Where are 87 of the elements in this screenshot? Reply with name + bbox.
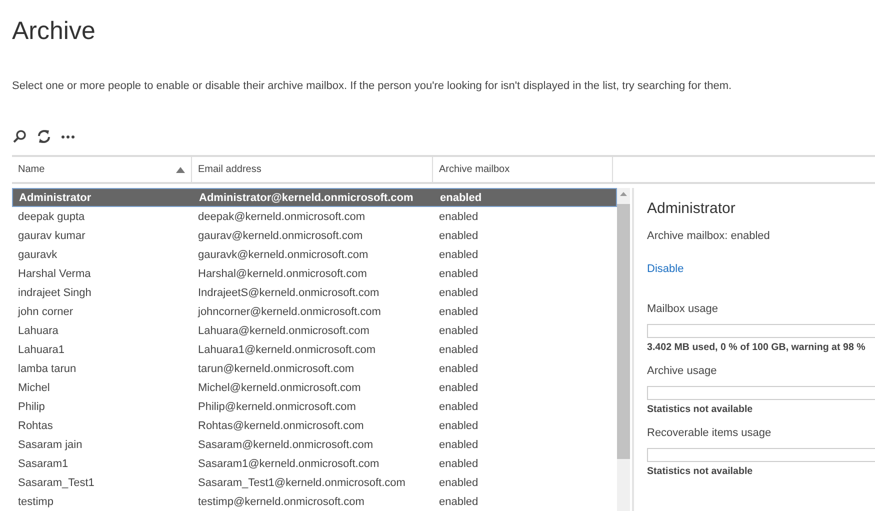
table-cell-text: enabled [438,230,480,242]
table-cell-text: enabled [438,458,480,470]
table-cell-text: enabled [438,476,480,488]
table-cell-text: Lahuara@kerneld.onmicrosoft.com [197,324,370,336]
disable-link[interactable]: Disable [647,263,684,275]
table-cell-text: Sasaram1@kerneld.onmicrosoft.com [197,458,380,470]
table-row[interactable]: Lahuara Lahuara@kerneld.onmicrosoft.com enabled [12,321,617,340]
table-row[interactable]: Administrator Administrator@kerneld.onmicrosoft.com enabled [12,188,617,207]
table-cell-text: Sasaram_Test1 [17,476,96,488]
table-cell-text: gaurav@kerneld.onmicrosoft.com [197,230,364,242]
sort-arrow-icon [176,166,185,172]
table-cell-text: enabled [438,344,480,356]
table-row[interactable]: gaurav kumar gaurav@kerneld.onmicrosoft.com enabled [12,226,617,245]
table-row[interactable]: john corner johncorner@kerneld.onmicrosoft.com enabled [12,302,617,321]
detail-title: Administrator [647,200,736,217]
table-cell-text: gauravk [17,248,58,260]
table-row[interactable]: lamba tarun tarun@kerneld.onmicrosoft.com enabled [12,359,617,378]
table-row[interactable]: Sasaram1 Sasaram1@kerneld.onmicrosoft.com enabled [12,454,617,473]
table-cell-text: testimp [17,496,54,508]
table-cell-text: enabled [439,192,483,204]
table-cell-text: gauravk@kerneld.onmicrosoft.com [197,248,370,260]
table-cell-text: deepak gupta [17,210,86,222]
table-cell-text: Rohtas@kerneld.onmicrosoft.com [197,420,365,432]
table-cell-text: Sasaram_Test1@kerneld.onmicrosoft.com [197,476,406,488]
status-text: Archive mailbox: enabled [647,230,771,242]
table-cell-text: enabled [438,286,480,298]
table-cell-text: enabled [438,438,480,450]
table-cell-text: Rohtas [17,420,54,432]
column-header[interactable]: Name [12,157,192,182]
table-cell-text: Sasaram jain [17,438,84,450]
refresh-icon[interactable] [36,128,52,144]
table-row[interactable]: deepak gupta deepak@kerneld.onmicrosoft.com enabled [12,207,617,226]
table-cell-text: Michel@kerneld.onmicrosoft.com [197,382,362,394]
usage-note: Statistics not available [647,404,754,415]
usage-note: Statistics not available [647,466,754,477]
table-row[interactable]: indrajeet Singh IndrajeetS@kerneld.onmicrosoft.com enabled [12,283,617,302]
table-cell-text: Philip [17,400,46,412]
usage-label: Recoverable items usage [647,427,772,439]
table-cell-text: Administrator@kerneld.onmicrosoft.com [198,192,414,204]
table-cell-text: enabled [438,210,480,222]
table-cell-text: enabled [438,400,480,412]
table-cell-text: enabled [438,268,480,280]
table-cell-text: enabled [438,382,480,394]
table-cell-text: john corner [16,306,74,318]
table-row[interactable]: Philip Philip@kerneld.onmicrosoft.com enabled [12,397,617,416]
table-row[interactable]: Sasaram jain Sasaram@kerneld.onmicrosoft.com enabled [12,435,617,454]
search-icon[interactable] [12,128,28,144]
usage-label: Mailbox usage [647,303,719,315]
table-row[interactable]: testimp testimp@kerneld.onmicrosoft.com enabled [12,492,617,511]
table-cell-text: enabled [438,248,480,260]
table-row[interactable]: Sasaram_Test1 Sasaram_Test1@kerneld.onmicrosoft.com enabled [12,473,617,492]
table-cell-text: testimp@kerneld.onmicrosoft.com [197,496,366,508]
table-cell-text: Sasaram@kerneld.onmicrosoft.com [197,438,374,450]
page-title: Archive [12,16,96,46]
table-row[interactable]: Michel Michel@kerneld.onmicrosoft.com enabled [12,378,617,397]
usage-note: 3.402 MB used, 0 % of 100 GB, warning at 98 % [647,342,866,353]
table-cell-text: Lahuara1@kerneld.onmicrosoft.com [197,344,376,356]
table-cell-text: enabled [438,324,480,336]
table-cell-text: enabled [438,362,480,374]
table-cell-text: gaurav kumar [17,230,86,242]
scrollbar[interactable] [617,188,630,511]
table-cell-text: enabled [438,420,480,432]
table-cell-text: Lahuara1 [17,344,66,356]
table-row[interactable]: gauravk gauravk@kerneld.onmicrosoft.com enabled [12,245,617,264]
page-description: Select one or more people to enable or disable their archive mailbox. If the person you're looking for isn't displayed in the list, try searching for them. [12,80,733,92]
table-cell-text: Lahuara [17,324,60,336]
column-header[interactable]: Archive mailbox [433,157,613,182]
table-cell-text: Harshal Verma [17,268,92,280]
table-cell-text: indrajeet Singh [17,286,92,298]
table-cell-text: IndrajeetS@kerneld.onmicrosoft.com [197,286,380,298]
table-cell-text: lamba tarun [17,362,78,374]
table-cell-text: enabled [438,306,480,318]
table-cell-text: Sasaram1 [17,458,70,470]
table-row[interactable]: Lahuara1 Lahuara1@kerneld.onmicrosoft.com enabled [12,340,617,359]
table-row[interactable]: Rohtas Rohtas@kerneld.onmicrosoft.com enabled [12,416,617,435]
column-header[interactable]: Email address [192,157,433,182]
table-row[interactable]: Harshal Verma Harshal@kerneld.onmicrosoft.com enabled [12,264,617,283]
usage-label: Archive usage [647,365,718,377]
table-cell-text: johncorner@kerneld.onmicrosoft.com [196,306,382,318]
table-cell-text: deepak@kerneld.onmicrosoft.com [197,210,366,222]
table-cell-text: Administrator [18,192,92,204]
table-cell-text: Michel [17,382,51,394]
table-cell-text: tarun@kerneld.onmicrosoft.com [197,362,356,374]
table-cell-text: Harshal@kerneld.onmicrosoft.com [197,268,368,280]
scrollbar-thumb[interactable] [617,204,630,459]
table-cell-text: enabled [438,496,480,508]
table-cell-text: Philip@kerneld.onmicrosoft.com [197,400,357,412]
